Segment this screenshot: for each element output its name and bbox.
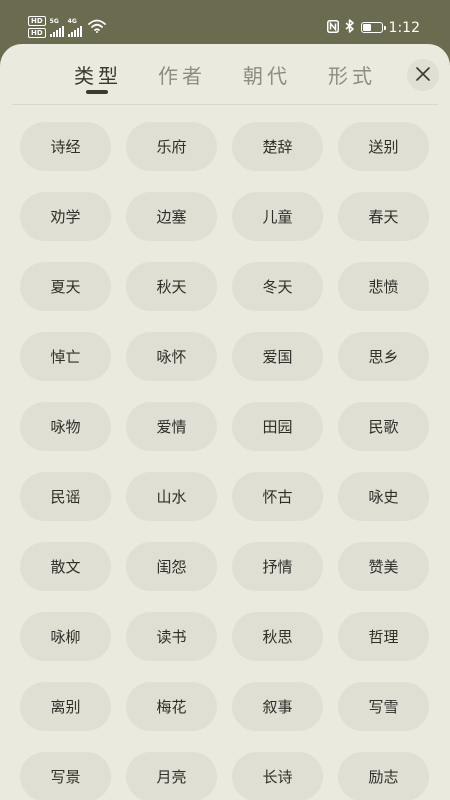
bluetooth-icon: [345, 18, 355, 37]
category-chip[interactable]: 梅花: [126, 682, 217, 731]
category-chip[interactable]: 悼亡: [20, 332, 111, 381]
status-bar: HD HD 5G 4G 1:12: [0, 0, 450, 44]
category-chip[interactable]: 送别: [338, 122, 429, 171]
category-chip[interactable]: 咏怀: [126, 332, 217, 381]
tab-type[interactable]: 类型: [58, 60, 138, 89]
category-chip[interactable]: 秋思: [232, 612, 323, 661]
active-tab-indicator: [86, 90, 108, 94]
filter-sheet: 类型 作者 朝代 形式 诗经 乐府 楚辞 送别 劝学 边塞 儿童 春天 夏天 秋…: [0, 44, 450, 800]
category-chip[interactable]: 劝学: [20, 192, 111, 241]
category-chip[interactable]: 夏天: [20, 262, 111, 311]
status-right: 1:12: [326, 18, 420, 37]
nfc-icon: [326, 18, 339, 37]
category-chip[interactable]: 读书: [126, 612, 217, 661]
network-type-1: 5G: [49, 17, 59, 25]
category-chip[interactable]: 离别: [20, 682, 111, 731]
tab-dynasty[interactable]: 朝代: [227, 60, 307, 89]
category-chip[interactable]: 怀古: [232, 472, 323, 521]
network-type-2: 4G: [67, 17, 77, 25]
battery-icon: [360, 22, 386, 33]
category-chip[interactable]: 长诗: [232, 752, 323, 800]
tab-form[interactable]: 形式: [312, 60, 392, 89]
category-chip[interactable]: 爱情: [126, 402, 217, 451]
category-chip[interactable]: 秋天: [126, 262, 217, 311]
category-chip[interactable]: 咏柳: [20, 612, 111, 661]
category-chip[interactable]: 闺怨: [126, 542, 217, 591]
close-button[interactable]: [407, 59, 439, 91]
category-chip[interactable]: 爱国: [232, 332, 323, 381]
close-icon: [416, 66, 430, 85]
category-chip[interactable]: 咏史: [338, 472, 429, 521]
category-grid: 诗经 乐府 楚辞 送别 劝学 边塞 儿童 春天 夏天 秋天 冬天 悲愤 悼亡 咏…: [20, 122, 432, 800]
status-left: HD HD 5G 4G: [28, 14, 106, 40]
clock: 1:12: [388, 19, 420, 36]
hd-badges: HD HD: [28, 16, 46, 38]
tab-bar: 类型 作者 朝代 形式: [0, 44, 450, 104]
signal-group-1: 5G: [49, 17, 64, 37]
divider: [12, 104, 438, 105]
category-chip[interactable]: 儿童: [232, 192, 323, 241]
category-chip[interactable]: 乐府: [126, 122, 217, 171]
category-chip[interactable]: 写雪: [338, 682, 429, 731]
category-chip[interactable]: 边塞: [126, 192, 217, 241]
category-chip[interactable]: 冬天: [232, 262, 323, 311]
category-chip[interactable]: 叙事: [232, 682, 323, 731]
category-chip[interactable]: 赞美: [338, 542, 429, 591]
category-chip[interactable]: 写景: [20, 752, 111, 800]
battery-fill: [362, 24, 371, 31]
category-chip[interactable]: 田园: [232, 402, 323, 451]
category-chip[interactable]: 楚辞: [232, 122, 323, 171]
signal-group-2: 4G: [67, 17, 82, 37]
hd-badge-2: HD: [28, 28, 46, 38]
category-chip[interactable]: 春天: [338, 192, 429, 241]
category-chip[interactable]: 民谣: [20, 472, 111, 521]
category-chip[interactable]: 诗经: [20, 122, 111, 171]
category-chip[interactable]: 咏物: [20, 402, 111, 451]
category-chip[interactable]: 散文: [20, 542, 111, 591]
wifi-icon: [87, 18, 106, 37]
category-chip[interactable]: 哲理: [338, 612, 429, 661]
category-chip[interactable]: 山水: [126, 472, 217, 521]
signal-icon: [67, 25, 82, 37]
category-chip[interactable]: 悲愤: [338, 262, 429, 311]
tab-author[interactable]: 作者: [142, 60, 222, 89]
category-chip[interactable]: 励志: [338, 752, 429, 800]
signal-icon: [49, 25, 64, 37]
hd-badge-1: HD: [28, 16, 46, 26]
category-chip[interactable]: 思乡: [338, 332, 429, 381]
category-chip[interactable]: 月亮: [126, 752, 217, 800]
category-chip[interactable]: 抒情: [232, 542, 323, 591]
category-chip[interactable]: 民歌: [338, 402, 429, 451]
